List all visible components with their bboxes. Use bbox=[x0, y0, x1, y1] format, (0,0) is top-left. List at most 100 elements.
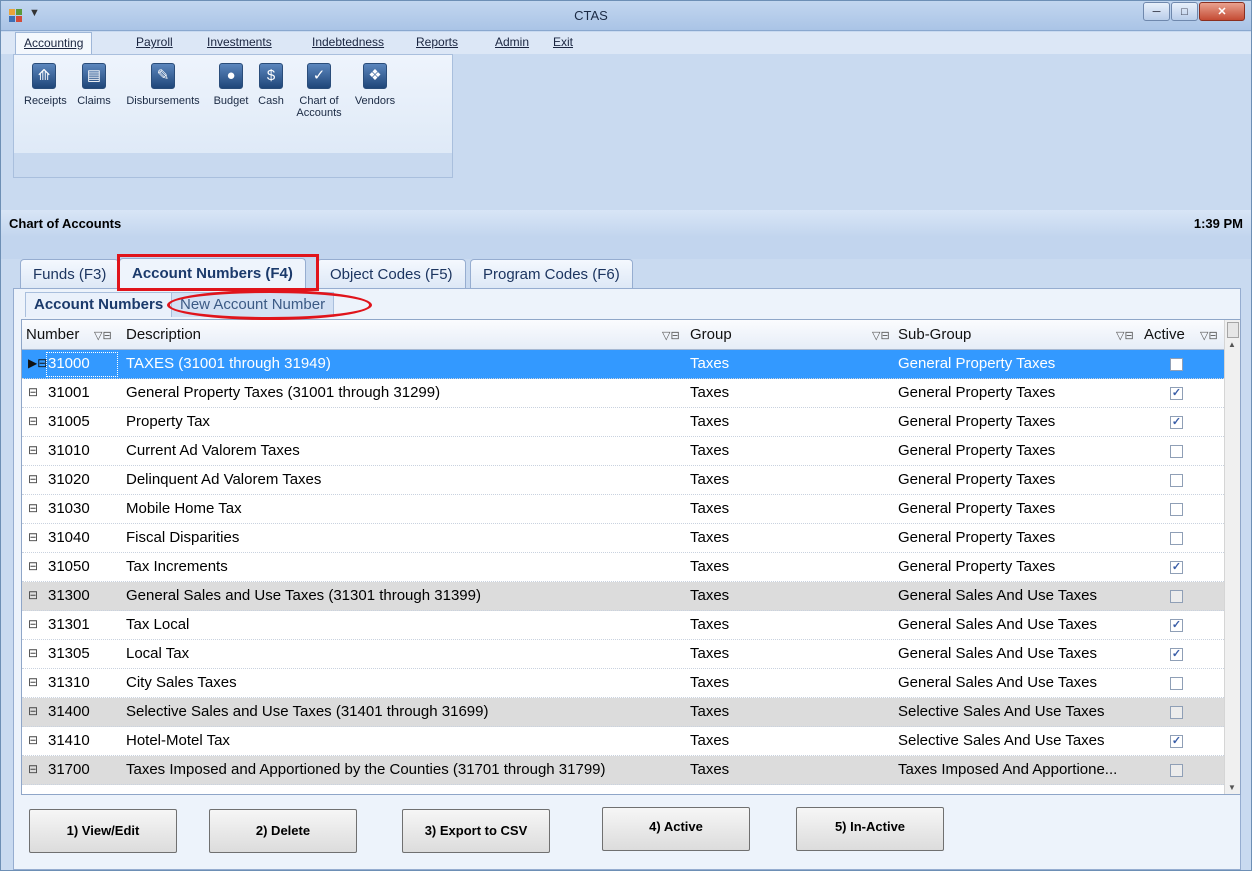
table-row[interactable]: ⊟ 31410 Hotel-Motel Tax Taxes Selective Sale… bbox=[22, 727, 1240, 756]
row-indicator-icon[interactable]: ⊟ bbox=[28, 588, 38, 602]
active-checkbox[interactable] bbox=[1170, 474, 1183, 487]
table-row[interactable]: ⊟ 31301 Tax Local Taxes General Sales And Us… bbox=[22, 611, 1240, 640]
table-row[interactable]: ⊟ 31040 Fiscal Disparities Taxes General Pro… bbox=[22, 524, 1240, 553]
cell-description: City Sales Taxes bbox=[126, 674, 237, 691]
close-button[interactable]: ✕ bbox=[1199, 2, 1245, 21]
vertical-scrollbar[interactable]: ▲ ▼ bbox=[1224, 320, 1240, 794]
number-filter-icon[interactable]: ▽⊟ bbox=[94, 329, 112, 342]
active-checkbox[interactable] bbox=[1170, 677, 1183, 690]
row-indicator-icon[interactable]: ⊟ bbox=[28, 501, 38, 515]
menu-payroll[interactable]: Payroll bbox=[136, 35, 173, 49]
cell-subgroup: General Sales And Use Taxes bbox=[898, 674, 1098, 691]
tab-object-codes[interactable]: Object Codes (F5) bbox=[317, 259, 466, 288]
table-row[interactable]: ⊟ 31400 Selective Sales and Use Taxes (314… bbox=[22, 698, 1240, 727]
row-indicator-icon[interactable]: ⊟ bbox=[28, 414, 38, 428]
row-indicator-icon[interactable]: ⊟ bbox=[28, 762, 38, 776]
chart-of-accounts-button[interactable]: ✓ Chart of Accounts bbox=[293, 63, 345, 119]
row-indicator-icon[interactable]: ▶⊟ bbox=[28, 356, 47, 370]
row-indicator-icon[interactable]: ⊟ bbox=[28, 617, 38, 631]
tab-program-codes[interactable]: Program Codes (F6) bbox=[470, 259, 633, 288]
menu-admin[interactable]: Admin bbox=[495, 35, 529, 49]
table-row[interactable]: ⊟ 31700 Taxes Imposed and Apportioned by t… bbox=[22, 756, 1240, 785]
row-indicator-icon[interactable]: ⊟ bbox=[28, 704, 38, 718]
receipts-button[interactable]: ⟰ Receipts bbox=[24, 63, 67, 107]
column-header-subgroup[interactable]: Sub-Group bbox=[898, 326, 971, 343]
table-row[interactable]: ⊟ 31005 Property Tax Taxes General Property … bbox=[22, 408, 1240, 437]
column-header-active[interactable]: Active bbox=[1144, 326, 1185, 343]
row-indicator-icon[interactable]: ⊟ bbox=[28, 443, 38, 457]
column-header-description[interactable]: Description bbox=[126, 326, 201, 343]
cell-description: Fiscal Disparities bbox=[126, 529, 240, 546]
table-row[interactable]: ⊟ 31305 Local Tax Taxes General Sales And Us… bbox=[22, 640, 1240, 669]
table-row[interactable]: ⊟ 31300 General Sales and Use Taxes (31301… bbox=[22, 582, 1240, 611]
menu-indebtedness[interactable]: Indebtedness bbox=[312, 35, 384, 49]
active-filter-icon[interactable]: ▽⊟ bbox=[1200, 329, 1218, 342]
table-row[interactable]: ⊟ 31020 Delinquent Ad Valorem Taxes Taxes Ge… bbox=[22, 466, 1240, 495]
description-filter-icon[interactable]: ▽⊟ bbox=[662, 329, 680, 342]
minimize-button[interactable]: ─ bbox=[1143, 2, 1170, 21]
claims-button[interactable]: ▤ Claims bbox=[76, 63, 112, 107]
scroll-down-icon[interactable]: ▼ bbox=[1228, 783, 1236, 792]
menu-exit[interactable]: Exit bbox=[553, 35, 573, 49]
subtab-account-numbers[interactable]: Account Numbers bbox=[25, 292, 173, 317]
maximize-button[interactable]: □ bbox=[1171, 2, 1198, 21]
budget-button[interactable]: ● Budget bbox=[210, 63, 252, 107]
tab-account-numbers[interactable]: Account Numbers (F4) bbox=[119, 258, 306, 289]
table-row[interactable]: ⊟ 31050 Tax Increments Taxes General Propert… bbox=[22, 553, 1240, 582]
row-indicator-icon[interactable]: ⊟ bbox=[28, 530, 38, 544]
active-button[interactable]: 4) Active bbox=[602, 807, 750, 851]
column-header-group[interactable]: Group bbox=[690, 326, 732, 343]
cash-button[interactable]: $ Cash bbox=[254, 63, 288, 107]
row-indicator-icon[interactable]: ⊟ bbox=[28, 733, 38, 747]
cell-subgroup: General Property Taxes bbox=[898, 413, 1056, 430]
column-header-number[interactable]: Number bbox=[26, 326, 79, 343]
active-checkbox[interactable]: ✓ bbox=[1170, 561, 1183, 574]
view-edit-button[interactable]: 1) View/Edit bbox=[29, 809, 177, 853]
row-indicator-icon[interactable]: ⊟ bbox=[28, 472, 38, 486]
menu-accounting[interactable]: Accounting bbox=[15, 32, 93, 55]
cell-number: 31040 bbox=[48, 529, 90, 546]
active-checkbox[interactable]: ✓ bbox=[1170, 387, 1183, 400]
inactive-button[interactable]: 5) In-Active bbox=[796, 807, 944, 851]
minimize-icon: ─ bbox=[1152, 5, 1161, 18]
active-checkbox[interactable] bbox=[1170, 503, 1183, 516]
group-filter-icon[interactable]: ▽⊟ bbox=[872, 329, 890, 342]
active-checkbox[interactable]: ✓ bbox=[1170, 735, 1183, 748]
active-checkbox[interactable] bbox=[1170, 532, 1183, 545]
row-indicator-icon[interactable]: ⊟ bbox=[28, 675, 38, 689]
active-checkbox[interactable] bbox=[1170, 764, 1183, 777]
subgroup-filter-icon[interactable]: ▽⊟ bbox=[1116, 329, 1134, 342]
vendors-button[interactable]: ❖ Vendors bbox=[352, 63, 398, 107]
table-row[interactable]: ⊟ 31030 Mobile Home Tax Taxes General Proper… bbox=[22, 495, 1240, 524]
table-row[interactable]: ⊟ 31310 City Sales Taxes Taxes General Sales… bbox=[22, 669, 1240, 698]
menu-investments[interactable]: Investments bbox=[207, 35, 272, 49]
delete-button[interactable]: 2) Delete bbox=[209, 809, 357, 853]
row-indicator-icon[interactable]: ⊟ bbox=[28, 385, 38, 399]
menu-reports[interactable]: Reports bbox=[416, 35, 458, 49]
menu-bar: Accounting Payroll Investments Indebtedn… bbox=[1, 32, 1251, 55]
cell-subgroup: General Property Taxes bbox=[898, 500, 1056, 517]
cell-number: 31305 bbox=[48, 645, 90, 662]
table-row[interactable]: ⊟ 31001 General Property Taxes (31001 thro… bbox=[22, 379, 1240, 408]
active-checkbox[interactable] bbox=[1170, 358, 1183, 371]
disbursements-button[interactable]: ✎ Disbursements bbox=[120, 63, 206, 107]
export-csv-button[interactable]: 3) Export to CSV bbox=[402, 809, 550, 853]
scroll-up-icon[interactable]: ▲ bbox=[1228, 340, 1236, 349]
cell-subgroup: General Property Taxes bbox=[898, 471, 1056, 488]
cell-number: 31410 bbox=[48, 732, 90, 749]
row-indicator-icon[interactable]: ⊟ bbox=[28, 559, 38, 573]
scrollbar-thumb[interactable] bbox=[1227, 322, 1239, 338]
active-checkbox[interactable]: ✓ bbox=[1170, 619, 1183, 632]
cell-group: Taxes bbox=[690, 384, 730, 401]
active-checkbox[interactable]: ✓ bbox=[1170, 648, 1183, 661]
active-checkbox[interactable] bbox=[1170, 706, 1183, 719]
table-row[interactable]: ▶⊟ 31000 TAXES (31001 through 31949) Taxes G… bbox=[22, 350, 1240, 379]
cell-subgroup: Selective Sales And Use Taxes bbox=[898, 703, 1105, 720]
row-indicator-icon[interactable]: ⊟ bbox=[28, 646, 38, 660]
active-checkbox[interactable] bbox=[1170, 590, 1183, 603]
active-checkbox[interactable] bbox=[1170, 445, 1183, 458]
active-checkbox[interactable]: ✓ bbox=[1170, 416, 1183, 429]
table-row[interactable]: ⊟ 31010 Current Ad Valorem Taxes Taxes Gener… bbox=[22, 437, 1240, 466]
tab-funds[interactable]: Funds (F3) bbox=[20, 259, 120, 288]
subtab-new-account-number[interactable]: New Account Number bbox=[171, 292, 335, 317]
